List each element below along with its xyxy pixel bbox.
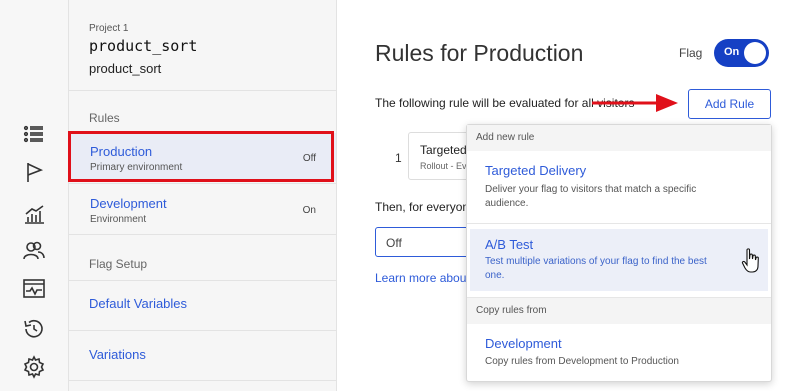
select-value: Off: [386, 236, 402, 250]
add-rule-button[interactable]: Add Rule: [688, 89, 771, 119]
env-status: On: [302, 205, 316, 216]
menu-item-title: Development: [485, 336, 562, 351]
gear-icon[interactable]: [22, 355, 46, 379]
flag-name: product_sort: [89, 61, 162, 76]
divider: [467, 223, 771, 224]
env-description: Primary environment: [90, 162, 183, 173]
menu-item-ab-test[interactable]: A/B Test Test multiple variations of you…: [470, 229, 768, 291]
menu-item-description: Copy rules from Development to Productio…: [485, 356, 679, 367]
flag-toggle-label: Flag: [679, 46, 703, 60]
copy-rules-header: Copy rules from: [467, 298, 771, 324]
env-status: Off: [302, 153, 316, 164]
flag-icon[interactable]: [22, 160, 46, 184]
users-icon[interactable]: [22, 239, 46, 263]
project-label: Project 1: [89, 23, 129, 34]
sidebar-item-development[interactable]: Development Environment On: [69, 185, 336, 233]
divider: [69, 380, 336, 381]
sidebar-item-variations[interactable]: Variations: [89, 347, 146, 362]
rules-section-label: Rules: [89, 111, 120, 125]
menu-item-targeted-delivery[interactable]: Targeted Delivery Deliver your flag to v…: [467, 151, 771, 223]
menu-item-description: Deliver your flag to visitors that match…: [485, 184, 697, 209]
env-name: Production: [90, 144, 153, 159]
list-icon[interactable]: [22, 122, 46, 146]
menu-item-title: Targeted Delivery: [485, 163, 587, 178]
rule-number: 1: [395, 151, 402, 165]
history-icon[interactable]: [22, 317, 46, 341]
flag-key: product_sort: [89, 37, 198, 55]
icon-rail: [0, 0, 69, 391]
menu-item-description: Test multiple variations of your flag to…: [485, 256, 707, 281]
divider: [69, 280, 336, 281]
flag-sidebar: Project 1 product_sort product_sort Rule…: [68, 0, 337, 391]
sidebar-item-default-variables[interactable]: Default Variables: [89, 296, 187, 311]
dropdown-header-label: Add new rule: [476, 132, 535, 143]
add-rule-dropdown: Add new rule Targeted Delivery Deliver y…: [466, 124, 772, 382]
menu-item-copy-development[interactable]: Development Copy rules from Development …: [467, 324, 771, 380]
add-new-rule-header: Add new rule: [467, 125, 771, 151]
menu-item-title: A/B Test: [485, 237, 534, 252]
flag-setup-section-label: Flag Setup: [89, 257, 148, 271]
monitor-icon[interactable]: [22, 277, 46, 301]
env-description: Environment: [90, 214, 147, 225]
divider: [69, 183, 336, 184]
env-name: Development: [90, 196, 167, 211]
dropdown-header-label: Copy rules from: [476, 305, 547, 316]
toggle-state: On: [724, 46, 740, 58]
rules-intro-text: The following rule will be evaluated for…: [375, 96, 635, 110]
flag-toggle[interactable]: On: [714, 39, 769, 67]
toggle-knob: [744, 42, 766, 64]
page-title: Rules for Production: [375, 40, 584, 66]
sidebar-item-production[interactable]: Production Primary environment Off: [68, 131, 336, 182]
divider: [69, 234, 336, 235]
divider: [69, 90, 336, 91]
chart-icon[interactable]: [22, 202, 46, 226]
divider: [69, 330, 336, 331]
